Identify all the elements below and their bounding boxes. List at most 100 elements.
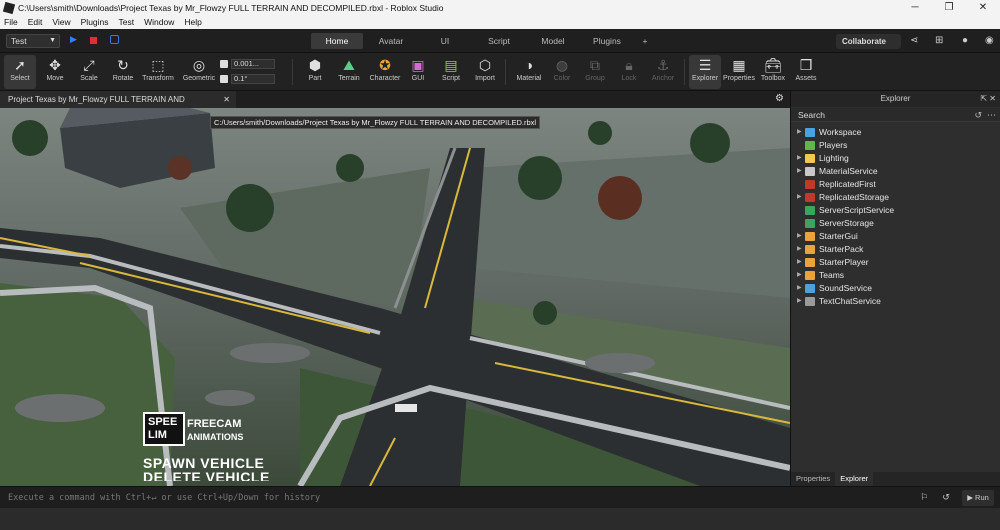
gear-icon[interactable]: ⚙ xyxy=(775,93,784,104)
tab-explorer[interactable]: Explorer xyxy=(835,472,874,486)
expand-arrow-icon[interactable]: ▶ xyxy=(797,269,805,282)
menu-plugins[interactable]: Plugins xyxy=(81,17,109,27)
history-icon[interactable]: ↺ xyxy=(974,108,982,122)
close-icon[interactable]: ✕ xyxy=(223,91,230,108)
explorer-search[interactable]: Search ↺ ⋯ xyxy=(791,108,1000,122)
add-tab-button[interactable]: + xyxy=(635,33,655,49)
import-button[interactable]: ⬡ Import xyxy=(469,55,501,89)
script-button[interactable]: ▤ Script xyxy=(435,55,467,89)
expand-arrow-icon[interactable]: ▶ xyxy=(797,152,805,165)
tab-model[interactable]: Model xyxy=(527,33,579,49)
expand-arrow-icon[interactable]: ▶ xyxy=(797,282,805,295)
lock-button[interactable]: 🔒︎ Lock xyxy=(613,55,645,89)
part-button[interactable]: ⬢ Part xyxy=(299,55,331,89)
tab-plugins[interactable]: Plugins xyxy=(581,33,633,49)
notifications-icon[interactable]: ● xyxy=(962,35,968,46)
tab-script[interactable]: Script xyxy=(473,33,525,49)
menu-view[interactable]: View xyxy=(52,17,70,27)
anchor-label: Anchor xyxy=(651,75,675,82)
tree-item[interactable]: ReplicatedFirst xyxy=(791,178,1000,191)
tree-item[interactable]: ▶ Workspace xyxy=(791,126,1000,139)
rotate-snap-checkbox[interactable] xyxy=(220,75,228,84)
account-avatar-icon[interactable]: ◉ xyxy=(985,35,994,46)
assets-toggle[interactable]: ❒ Assets xyxy=(790,55,822,89)
properties-label: Properties xyxy=(723,75,755,82)
tab-ui[interactable]: UI xyxy=(419,33,471,49)
move-tool[interactable]: ✥ Move xyxy=(39,55,71,89)
close-panel-icon[interactable]: ⇱ ✕ xyxy=(980,91,996,107)
properties-toggle[interactable]: ▦ Properties xyxy=(722,55,756,89)
menu-test[interactable]: Test xyxy=(119,17,135,27)
move-snap-input[interactable]: 0.001... xyxy=(231,59,275,70)
move-snap-setting[interactable]: 0.001... xyxy=(220,59,275,70)
expand-arrow-icon[interactable]: ▶ xyxy=(797,191,805,204)
group-button[interactable]: ⧉ Group xyxy=(579,55,611,89)
material-button[interactable]: ◑ Material xyxy=(511,55,547,89)
terrain-button[interactable]: ⛰ Terrain xyxy=(333,55,365,89)
history-icon[interactable]: ↺ xyxy=(938,492,954,504)
color-button[interactable]: ◍ Color xyxy=(546,55,578,89)
expand-arrow-icon[interactable]: ▶ xyxy=(797,230,805,243)
tree-item[interactable]: Players xyxy=(791,139,1000,152)
tab-home[interactable]: Home xyxy=(311,33,363,49)
menu-file[interactable]: File xyxy=(4,17,18,27)
expand-arrow-icon[interactable]: ▶ xyxy=(797,126,805,139)
select-tool[interactable]: ➚ Select xyxy=(4,55,36,89)
terrain-icon: ⛰ xyxy=(343,57,355,73)
animations-button[interactable]: ANIMATIONS xyxy=(187,432,243,442)
scale-tool[interactable]: ⤢ Scale xyxy=(73,55,105,89)
tab-properties[interactable]: Properties xyxy=(791,472,835,486)
transform-tool[interactable]: ⬚ Transform xyxy=(140,55,176,89)
collaborate-button[interactable]: Collaborate xyxy=(836,34,901,49)
expand-arrow-icon[interactable]: ▶ xyxy=(797,256,805,269)
menu-window[interactable]: Window xyxy=(144,17,174,27)
tree-item[interactable]: ▶ TextChatService xyxy=(791,295,1000,308)
command-input[interactable]: Execute a command with Ctrl+↵ or use Ctr… xyxy=(8,493,320,503)
menu-edit[interactable]: Edit xyxy=(28,17,43,27)
roblox-studio-logo-icon xyxy=(2,1,16,14)
rotate-tool[interactable]: ↻ Rotate xyxy=(107,55,139,89)
tree-item[interactable]: ▶ StarterGui xyxy=(791,230,1000,243)
freecam-button[interactable]: FREECAM xyxy=(187,418,241,430)
tree-item[interactable]: ▶ MaterialService xyxy=(791,165,1000,178)
tree-item[interactable]: ▶ Lighting xyxy=(791,152,1000,165)
geometric-mode[interactable]: ◎ Geometric xyxy=(180,55,218,89)
geometric-label: Geometric xyxy=(182,75,216,82)
tree-item[interactable]: ServerStorage xyxy=(791,217,1000,230)
more-icon[interactable]: ⋯ xyxy=(987,108,996,122)
document-tab[interactable]: Project Texas by Mr_Flowzy FULL TERRAIN … xyxy=(0,91,236,121)
tab-avatar[interactable]: Avatar xyxy=(365,33,417,49)
tree-item[interactable]: ▶ StarterPack xyxy=(791,243,1000,256)
mode-select[interactable]: Test ▼ xyxy=(6,34,60,48)
expand-arrow-icon[interactable]: ▶ xyxy=(797,295,805,308)
stop-icon[interactable] xyxy=(90,37,97,44)
run-button[interactable]: ▶ Run xyxy=(962,490,994,506)
rotate-snap-input[interactable]: 0.1° xyxy=(231,74,275,85)
tree-item[interactable]: ▶ Teams xyxy=(791,269,1000,282)
tree-item[interactable]: ▶ SoundService xyxy=(791,282,1000,295)
3d-viewport[interactable] xyxy=(0,108,790,486)
anchor-button[interactable]: ⚓︎ Anchor xyxy=(647,55,679,89)
move-snap-checkbox[interactable] xyxy=(220,60,228,69)
tree-item[interactable]: ▶ ReplicatedStorage xyxy=(791,191,1000,204)
close-window-button[interactable]: ✕ xyxy=(966,0,1000,15)
tree-item[interactable]: ServerScriptService xyxy=(791,204,1000,217)
maximize-button[interactable]: ❐ xyxy=(932,0,966,15)
delete-vehicle-button[interactable]: DELETE VEHICLE xyxy=(143,469,270,481)
toolbox-toggle[interactable]: 🧰︎ Toolbox xyxy=(757,55,789,89)
expand-arrow-icon[interactable]: ▶ xyxy=(797,243,805,256)
menu-help[interactable]: Help xyxy=(184,17,201,27)
play-icon[interactable]: ▶ xyxy=(70,34,77,45)
rotate-snap-setting[interactable]: 0.1° xyxy=(220,74,275,85)
gui-button[interactable]: ▣ GUI xyxy=(402,55,434,89)
tree-item[interactable]: ▶ StarterPlayer xyxy=(791,256,1000,269)
grid-icon[interactable]: ⊞ xyxy=(935,35,943,46)
explorer-panel: Explorer ⇱ ✕ Search ↺ ⋯ ▶ Workspace Player… xyxy=(790,91,1000,486)
minimize-button[interactable]: ─ xyxy=(898,0,932,15)
screenshot-icon[interactable] xyxy=(110,35,119,44)
character-button[interactable]: ✪ Character xyxy=(367,55,403,89)
bookmark-icon[interactable]: ⚐ xyxy=(916,492,932,504)
explorer-toggle[interactable]: ☰ Explorer xyxy=(689,55,721,89)
share-icon[interactable]: ⋖ xyxy=(910,35,918,46)
expand-arrow-icon[interactable]: ▶ xyxy=(797,165,805,178)
